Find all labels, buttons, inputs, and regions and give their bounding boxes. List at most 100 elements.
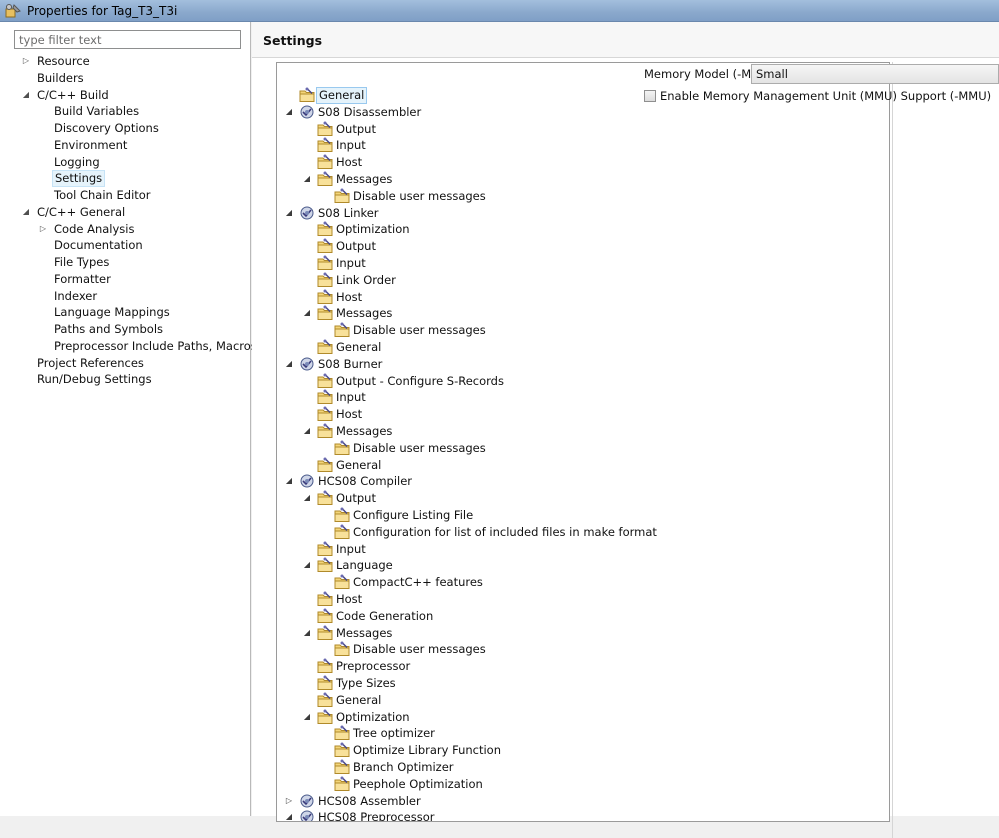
- tree-item-label: Output: [336, 491, 376, 506]
- tree-item-label: CompactC++ features: [353, 575, 483, 590]
- collapse-arrow-icon[interactable]: ▷: [21, 53, 31, 70]
- nav-item-c-c-build[interactable]: ◢ C/C++ Build: [0, 87, 250, 104]
- option-folder-icon: [317, 171, 333, 187]
- nav-item-documentation[interactable]: Documentation: [0, 237, 250, 254]
- expand-arrow-icon[interactable]: ◢: [284, 104, 294, 121]
- expand-arrow-icon[interactable]: ◢: [302, 423, 312, 440]
- settings-header: Settings: [252, 22, 999, 58]
- tree-item-type-sizes[interactable]: Type Sizes: [277, 675, 889, 692]
- tree-item-label: Language: [336, 558, 393, 573]
- tree-item-host[interactable]: Host: [277, 289, 889, 306]
- nav-item-build-variables[interactable]: Build Variables: [0, 103, 250, 120]
- tree-item-output-configure-s-records[interactable]: Output - Configure S-Records: [277, 373, 889, 390]
- expand-arrow-icon[interactable]: ◢: [302, 305, 312, 322]
- tree-item-disable-user-messages[interactable]: Disable user messages: [277, 641, 889, 658]
- tree-item-s08-disassembler[interactable]: ◢ S08 Disassembler: [277, 104, 889, 121]
- mmu-checkbox[interactable]: [644, 90, 656, 102]
- filter-input[interactable]: [14, 30, 241, 49]
- nav-item-language-mappings[interactable]: Language Mappings: [0, 304, 250, 321]
- nav-item-file-types[interactable]: File Types: [0, 254, 250, 271]
- tree-item-optimization[interactable]: ◢ Optimization: [277, 709, 889, 726]
- tree-item-configuration-for-list-of-included-files-in-make-format[interactable]: Configuration for list of included files…: [277, 524, 889, 541]
- expand-arrow-icon[interactable]: ◢: [21, 87, 31, 104]
- tree-item-input[interactable]: Input: [277, 255, 889, 272]
- tree-item-label: Input: [336, 390, 366, 405]
- title-bar: Properties for Tag_T3_T3i: [0, 0, 999, 22]
- tree-item-input[interactable]: Input: [277, 541, 889, 558]
- tree-item-peephole-optimization[interactable]: Peephole Optimization: [277, 776, 889, 793]
- tree-item-general[interactable]: General: [277, 339, 889, 356]
- expand-arrow-icon[interactable]: ◢: [284, 356, 294, 373]
- tree-item-messages[interactable]: ◢ Messages: [277, 171, 889, 188]
- expand-arrow-icon[interactable]: ◢: [302, 490, 312, 507]
- tree-item-label: Tree optimizer: [353, 726, 435, 741]
- nav-item-preprocessor-include-paths-macros-et[interactable]: Preprocessor Include Paths, Macros et: [0, 338, 272, 355]
- expand-arrow-icon[interactable]: ◢: [284, 205, 294, 222]
- nav-item-indexer[interactable]: Indexer: [0, 288, 250, 305]
- collapse-arrow-icon[interactable]: ▷: [284, 793, 294, 810]
- tree-item-label: Output: [336, 239, 376, 254]
- expand-arrow-icon[interactable]: ◢: [302, 709, 312, 726]
- tree-item-tree-optimizer[interactable]: Tree optimizer: [277, 725, 889, 742]
- option-folder-icon: [317, 457, 333, 473]
- memory-model-select[interactable]: Small: [751, 64, 999, 84]
- tree-item-label: S08 Disassembler: [318, 104, 422, 119]
- nav-item-resource[interactable]: ▷ Resource: [0, 53, 250, 70]
- nav-item-discovery-options[interactable]: Discovery Options: [0, 120, 250, 137]
- tree-item-disable-user-messages[interactable]: Disable user messages: [277, 440, 889, 457]
- tree-item-label: General: [336, 692, 382, 707]
- collapse-arrow-icon[interactable]: ▷: [38, 221, 48, 238]
- tree-item-configure-listing-file[interactable]: Configure Listing File: [277, 507, 889, 524]
- tree-item-optimization[interactable]: Optimization: [277, 221, 889, 238]
- expand-arrow-icon[interactable]: ◢: [302, 625, 312, 642]
- tree-item-messages[interactable]: ◢ Messages: [277, 625, 889, 642]
- tree-item-link-order[interactable]: Link Order: [277, 272, 889, 289]
- nav-item-formatter[interactable]: Formatter: [0, 271, 250, 288]
- expand-arrow-icon[interactable]: ◢: [21, 204, 31, 221]
- tree-item-s08-burner[interactable]: ◢ S08 Burner: [277, 356, 889, 373]
- option-folder-icon: [334, 507, 350, 523]
- expand-arrow-icon[interactable]: ◢: [284, 473, 294, 490]
- expand-arrow-icon[interactable]: ◢: [302, 171, 312, 188]
- nav-item-c-c-general[interactable]: ◢ C/C++ General: [0, 204, 250, 221]
- nav-item-environment[interactable]: Environment: [0, 137, 250, 154]
- tree-item-hcs08-assembler[interactable]: ▷ HCS08 Assembler: [277, 793, 889, 810]
- nav-item-builders[interactable]: Builders: [0, 70, 250, 87]
- tree-item-disable-user-messages[interactable]: Disable user messages: [277, 322, 889, 339]
- splitter[interactable]: [892, 62, 893, 838]
- tree-item-branch-optimizer[interactable]: Branch Optimizer: [277, 759, 889, 776]
- nav-item-logging[interactable]: Logging: [0, 154, 250, 171]
- tree-item-general[interactable]: General: [277, 692, 889, 709]
- nav-item-paths-and-symbols[interactable]: Paths and Symbols: [0, 321, 250, 338]
- tree-item-label: HCS08 Assembler: [318, 793, 421, 808]
- tree-item-disable-user-messages[interactable]: Disable user messages: [277, 188, 889, 205]
- nav-item-label: Formatter: [54, 271, 111, 286]
- option-folder-icon: [334, 641, 350, 657]
- tree-item-preprocessor[interactable]: Preprocessor: [277, 658, 889, 675]
- tree-item-hcs08-compiler[interactable]: ◢ HCS08 Compiler: [277, 473, 889, 490]
- expand-arrow-icon[interactable]: ◢: [302, 557, 312, 574]
- nav-item-project-references[interactable]: Project References: [0, 355, 250, 372]
- tree-item-input[interactable]: Input: [277, 137, 889, 154]
- tree-item-input[interactable]: Input: [277, 389, 889, 406]
- nav-item-settings[interactable]: Settings: [0, 170, 250, 188]
- nav-item-run-debug-settings[interactable]: Run/Debug Settings: [0, 371, 250, 388]
- tree-item-language[interactable]: ◢ Language: [277, 557, 889, 574]
- tree-item-output[interactable]: Output: [277, 121, 889, 138]
- tree-item-compactc-features[interactable]: CompactC++ features: [277, 574, 889, 591]
- tree-item-host[interactable]: Host: [277, 591, 889, 608]
- tree-item-output[interactable]: Output: [277, 238, 889, 255]
- nav-item-label: Paths and Symbols: [54, 322, 164, 336]
- tree-item-general[interactable]: General: [277, 457, 889, 474]
- nav-item-tool-chain-editor[interactable]: Tool Chain Editor: [0, 187, 250, 204]
- tree-item-s08-linker[interactable]: ◢ S08 Linker: [277, 205, 889, 222]
- tree-item-host[interactable]: Host: [277, 154, 889, 171]
- tree-item-output[interactable]: ◢ Output: [277, 490, 889, 507]
- tree-item-code-generation[interactable]: Code Generation: [277, 608, 889, 625]
- tree-item-host[interactable]: Host: [277, 406, 889, 423]
- tree-item-messages[interactable]: ◢ Messages: [277, 423, 889, 440]
- tree-item-optimize-library-function[interactable]: Optimize Library Function: [277, 742, 889, 759]
- tree-item-messages[interactable]: ◢ Messages: [277, 305, 889, 322]
- nav-item-code-analysis[interactable]: ▷ Code Analysis: [0, 221, 250, 238]
- memory-model-label: Memory Model (-M): [644, 67, 756, 81]
